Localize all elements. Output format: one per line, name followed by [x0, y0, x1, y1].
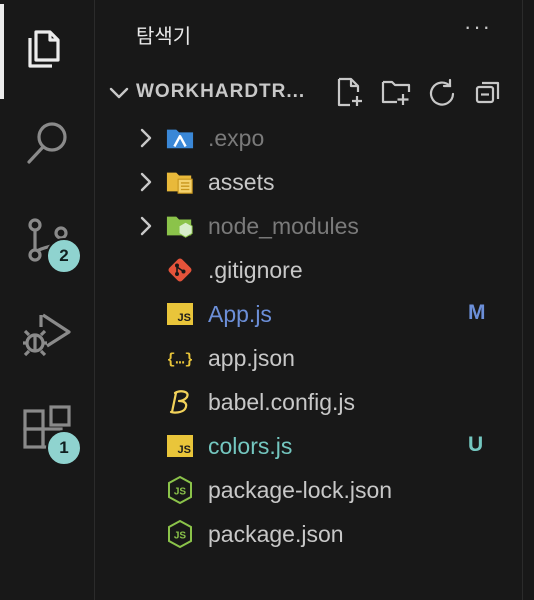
git-icon — [166, 256, 194, 284]
svg-text:JS: JS — [174, 531, 187, 542]
tree-item-label: package.json — [208, 521, 344, 547]
tree-item-app-js[interactable]: JS App.js M — [96, 292, 522, 336]
sidebar-title: 탐색기 — [136, 26, 192, 48]
tree-item-label: App.js — [208, 301, 272, 327]
collapse-all-icon — [475, 81, 500, 104]
assets-folder-icon — [166, 168, 194, 196]
chevron-right-icon — [136, 128, 156, 153]
workspace-section-header[interactable]: WORKHARDTR... — [96, 70, 522, 114]
tree-item-label: .expo — [208, 125, 265, 151]
search-button[interactable] — [0, 100, 95, 188]
tree-item-node-modules[interactable]: node_modules — [96, 204, 522, 248]
tree-item-package-json[interactable]: JS package.json — [96, 512, 522, 556]
tree-item-label: .gitignore — [208, 257, 303, 283]
svg-text:{…}: {…} — [167, 352, 194, 368]
refresh-icon — [429, 78, 455, 106]
source-control-badge: 2 — [46, 238, 82, 274]
workspace-title: WORKHARDTR... — [136, 81, 306, 102]
section-actions — [334, 76, 504, 108]
new-folder-icon — [381, 80, 411, 105]
tree-item-expo[interactable]: .expo — [96, 116, 522, 160]
chevron-right-icon — [136, 216, 156, 241]
run-debug-icon — [21, 305, 75, 364]
svg-text:JS: JS — [174, 487, 187, 498]
js-icon: JS — [166, 432, 194, 460]
tree-item-gitignore[interactable]: .gitignore — [96, 248, 522, 292]
source-control-button[interactable]: 2 — [0, 198, 95, 286]
git-status-untracked: U — [468, 433, 484, 456]
tree-item-label: package-lock.json — [208, 477, 393, 503]
js-icon: JS — [166, 300, 194, 328]
file-tree: .expo assets node_modules .gitignore JS … — [96, 116, 522, 556]
tree-item-package-lock-json[interactable]: JS package-lock.json — [96, 468, 522, 512]
chevron-down-icon — [108, 82, 130, 109]
tree-item-app-json[interactable]: {…} app.json — [96, 336, 522, 380]
files-icon — [24, 22, 72, 75]
node-modules-folder-icon — [166, 212, 194, 240]
tree-item-assets[interactable]: assets — [96, 160, 522, 204]
json-icon: {…} — [166, 344, 194, 372]
tree-item-label: node_modules — [208, 213, 359, 239]
tree-item-label: colors.js — [208, 433, 293, 459]
extensions-badge: 1 — [46, 430, 82, 466]
babel-icon — [166, 388, 194, 416]
collapse-all-button[interactable] — [472, 76, 504, 108]
explorer-sidebar: 탐색기 ··· WORKHARDTR... .expo assets node_… — [96, 0, 522, 600]
git-status-modified: M — [468, 301, 486, 324]
new-folder-button[interactable] — [380, 76, 412, 108]
expo-folder-icon — [166, 124, 194, 152]
search-icon — [23, 117, 73, 172]
new-file-icon — [337, 77, 362, 107]
sidebar-scrollbar[interactable] — [522, 0, 534, 600]
activity-bar: 2 1 — [0, 0, 95, 600]
tree-item-colors-js[interactable]: JS colors.js U — [96, 424, 522, 468]
explorer-button[interactable] — [0, 4, 95, 99]
more-actions-button[interactable]: ··· — [464, 14, 492, 40]
new-file-button[interactable] — [334, 76, 366, 108]
nodejs-icon: JS — [166, 475, 194, 505]
refresh-button[interactable] — [426, 76, 458, 108]
tree-item-babel-config[interactable]: babel.config.js — [96, 380, 522, 424]
extensions-button[interactable]: 1 — [0, 390, 95, 478]
run-debug-button[interactable] — [0, 290, 95, 378]
tree-item-label: assets — [208, 169, 275, 195]
tree-item-label: babel.config.js — [208, 389, 356, 415]
nodejs-icon: JS — [166, 519, 194, 549]
chevron-right-icon — [136, 172, 156, 197]
tree-item-label: app.json — [208, 345, 295, 371]
